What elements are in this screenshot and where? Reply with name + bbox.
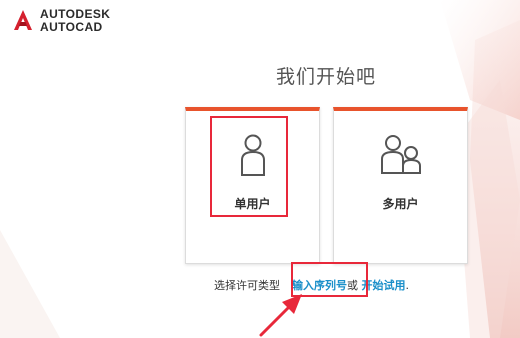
enter-serial-link[interactable]: 输入序列号 <box>292 279 347 292</box>
start-trial-link[interactable]: 开始试用 <box>362 279 406 292</box>
single-user-icon <box>186 133 319 177</box>
single-user-label: 单用户 <box>234 197 271 211</box>
multi-user-card[interactable]: 多用户 <box>333 107 468 264</box>
multi-user-label: 多用户 <box>382 197 419 211</box>
license-type-text: 选择许可类型 <box>214 279 280 292</box>
period-text: . <box>405 279 410 292</box>
autodesk-logo: AUTODESK AUTOCAD <box>12 8 110 34</box>
license-type-prompt: 选择许可类型 输入序列号或 开始试用. <box>214 277 409 293</box>
single-user-card[interactable]: 单用户 <box>185 107 320 264</box>
page-title: 我们开始吧 <box>275 66 376 88</box>
autodesk-a-icon <box>14 10 32 30</box>
product-name: AUTOCAD <box>40 20 103 34</box>
license-selection-window: AUTODESK AUTOCAD 我们开始吧 单用户 多用户 选择许可类型 输入序… <box>0 0 520 338</box>
or-text: 或 <box>347 279 358 292</box>
multi-user-icon <box>334 133 467 177</box>
